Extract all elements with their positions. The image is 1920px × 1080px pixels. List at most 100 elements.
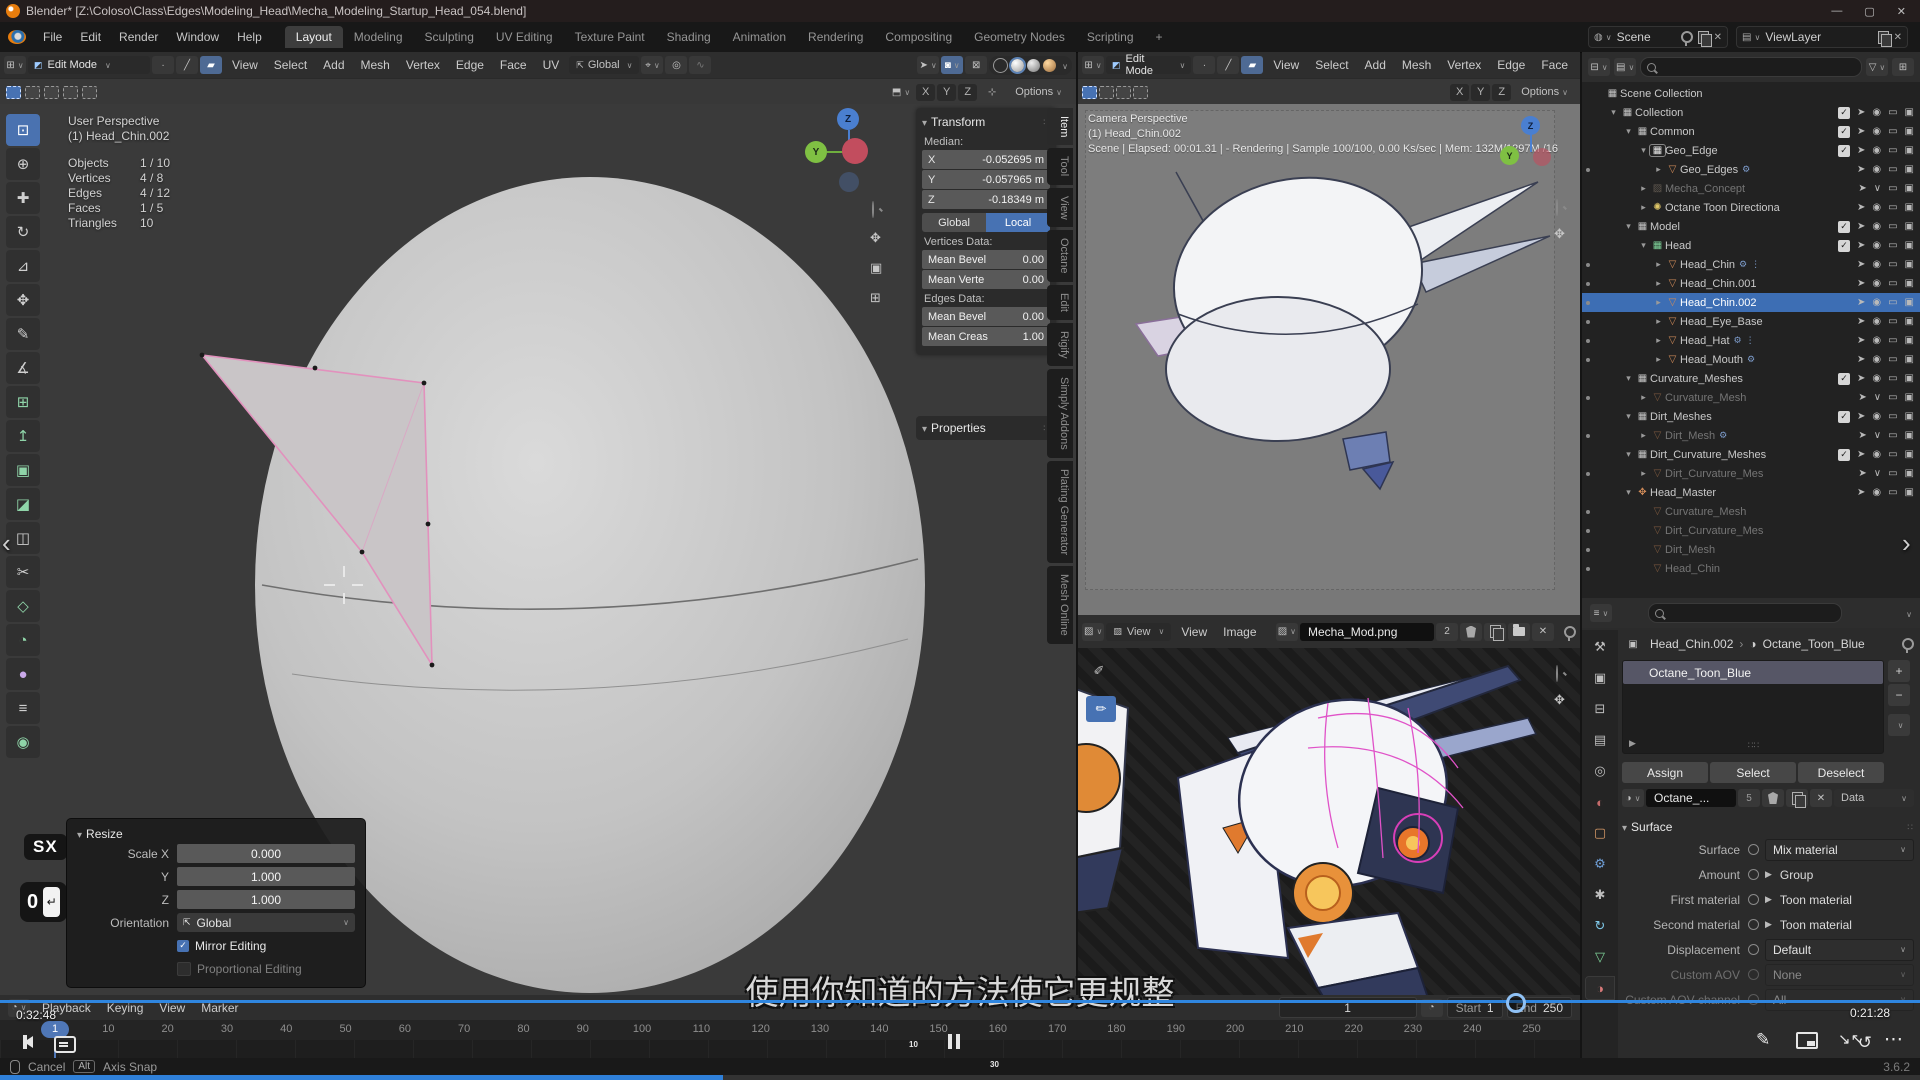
open-image-icon[interactable] <box>1508 623 1530 641</box>
options-dropdown[interactable]: Options <box>1007 83 1070 101</box>
outliner-row-head-hat[interactable]: ▸▽Head_Hat⚙⋮➤◉▭▣ <box>1582 331 1920 350</box>
new-collection-button[interactable]: ⊞ <box>1892 58 1914 76</box>
delete-scene-icon[interactable]: ✕ <box>1714 32 1722 43</box>
material-slot-item[interactable]: Octane_Toon_Blue <box>1623 661 1883 684</box>
slot-specials-icon[interactable]: ▶ <box>1629 738 1636 749</box>
editor-type-button[interactable]: ▨ <box>1082 623 1104 641</box>
select-edge-button[interactable]: ╱ <box>1217 56 1239 74</box>
volume-icon[interactable] <box>24 1036 33 1048</box>
tool-transform[interactable]: ✥ <box>6 284 40 316</box>
viewlayer-selector[interactable]: ▤ ViewLayer ✕ <box>1736 26 1908 48</box>
disclosure-icon[interactable]: ▾ <box>1622 487 1635 498</box>
selectmode-invert-button[interactable] <box>1133 86 1148 99</box>
browse-material-icon[interactable]: ◑ <box>1622 789 1644 807</box>
menu-window[interactable]: Window <box>167 26 228 48</box>
viewport-visibility-icon[interactable]: ▭ <box>1888 430 1897 441</box>
tab-modeling[interactable]: Modeling <box>343 26 414 48</box>
selectable-icon[interactable]: ➤ <box>1857 202 1865 213</box>
sidebar-tab-rigify[interactable]: Rigify <box>1047 323 1073 367</box>
mode-dropdown[interactable]: ◩ Edit Mode <box>1106 56 1191 74</box>
eye-open-icon[interactable]: ◉ <box>1872 202 1881 213</box>
disclosure-icon[interactable]: ▸ <box>1652 354 1665 365</box>
copy-scene-icon[interactable] <box>1698 31 1709 44</box>
decorator-icon[interactable] <box>1748 844 1759 855</box>
selectable-icon[interactable]: ➤ <box>1857 449 1865 460</box>
decorator-icon[interactable] <box>1748 919 1759 930</box>
viewport-visibility-icon[interactable]: ▭ <box>1888 411 1897 422</box>
eye-open-icon[interactable]: ◉ <box>1872 145 1881 156</box>
gizmo-x-axis[interactable] <box>842 138 868 164</box>
selectmode-new-button[interactable] <box>6 86 21 99</box>
remove-slot-button[interactable]: − <box>1888 684 1910 706</box>
outliner-row-curvature-mesh[interactable]: ▸▽Curvature_Mesh➤∨▭▣ <box>1582 388 1920 407</box>
mean-bevel-field[interactable]: Mean Bevel0.00 <box>922 250 1050 269</box>
eye-open-icon[interactable]: ◉ <box>1872 335 1881 346</box>
exclude-checkbox[interactable]: ✓ <box>1838 145 1850 157</box>
menu-render[interactable]: Render <box>110 26 167 48</box>
disclosure-icon[interactable]: ▸ <box>1637 430 1650 441</box>
material-users-count[interactable]: 5 <box>1738 789 1760 807</box>
tool-loop-cut[interactable]: ◫ <box>6 522 40 554</box>
sidebar-tab-simply-addons[interactable]: Simply Addons <box>1047 369 1073 458</box>
collapse-icon[interactable] <box>1622 820 1627 834</box>
surface-dropdown[interactable]: Mix material <box>1765 839 1914 861</box>
select-face-button[interactable]: ▰ <box>1241 56 1263 74</box>
collapse-icon[interactable] <box>77 827 82 841</box>
outliner-row-common[interactable]: ▾▦Common✓➤◉▭▣ <box>1582 122 1920 141</box>
gizmo-y-axis[interactable]: Y <box>1500 146 1519 165</box>
selectable-icon[interactable]: ➤ <box>1857 335 1865 346</box>
render-visibility-icon[interactable]: ▣ <box>1905 278 1914 289</box>
tab-modifiers[interactable]: ⚙ <box>1586 853 1614 875</box>
disclosure-icon[interactable]: ▸ <box>1652 164 1665 175</box>
sidebar-tab-octane[interactable]: Octane <box>1047 230 1073 281</box>
viewport-menu-mesh[interactable]: Mesh <box>353 55 398 75</box>
outliner-type-icon[interactable]: ▤ <box>1614 58 1636 76</box>
outliner-row-curvature-mesh[interactable]: ▽Curvature_Mesh <box>1582 502 1920 521</box>
viewport-visibility-icon[interactable]: ▭ <box>1888 145 1897 156</box>
outliner-row-octane-toon-directiona[interactable]: ▸✺Octane Toon Directiona➤◉▭▣ <box>1582 198 1920 217</box>
tab-particles[interactable]: ✱ <box>1586 884 1614 906</box>
disclosure-icon[interactable]: ▾ <box>1622 221 1635 232</box>
resize-y-field[interactable]: 1.000 <box>177 867 355 886</box>
outliner-row-dirt-mesh[interactable]: ▸▽Dirt_Mesh⚙➤∨▭▣ <box>1582 426 1920 445</box>
render-visibility-icon[interactable]: ▣ <box>1905 145 1914 156</box>
resize-orientation-dropdown[interactable]: ⇱ Global <box>177 913 355 932</box>
render-visibility-icon[interactable]: ▣ <box>1905 373 1914 384</box>
render-visibility-icon[interactable]: ▣ <box>1905 449 1914 460</box>
tool-measure[interactable]: ∡ <box>6 352 40 384</box>
tool-cursor[interactable]: ⊕ <box>6 148 40 180</box>
deselect-button[interactable]: Deselect <box>1798 762 1884 783</box>
properties-search-input[interactable] <box>1648 603 1842 623</box>
hand-icon[interactable]: ✥ <box>870 230 881 246</box>
eye-open-icon[interactable]: ◉ <box>1872 164 1881 175</box>
camera-view-icon[interactable]: ▣ <box>870 260 882 276</box>
tab-uv-editing[interactable]: UV Editing <box>485 26 564 48</box>
display-mode-dropdown[interactable]: ▨ View <box>1106 623 1171 641</box>
selectmode-extend-button[interactable] <box>25 86 40 99</box>
resize-scale-x-field[interactable]: 0.000 <box>177 844 355 863</box>
eye-open-icon[interactable]: ◉ <box>1872 126 1881 137</box>
viewport-visibility-icon[interactable]: ▭ <box>1888 240 1897 251</box>
editor-type-button[interactable]: ⊞ <box>1082 56 1104 74</box>
viewport-menu-view[interactable]: View <box>224 55 266 75</box>
outliner-row-geo-edge[interactable]: ▾▦Geo_Edge✓➤◉▭▣ <box>1582 141 1920 160</box>
eye-open-icon[interactable]: ◉ <box>1872 316 1881 327</box>
selectmode-invert-button[interactable] <box>63 86 78 99</box>
render-visibility-icon[interactable]: ▣ <box>1905 164 1914 175</box>
selectable-icon[interactable]: ➤ <box>1858 183 1866 194</box>
disclosure-icon[interactable]: ▸ <box>1637 202 1650 213</box>
mode-dropdown[interactable]: ◩ Edit Mode <box>28 56 150 74</box>
viewport-menu-edge[interactable]: Edge <box>448 55 492 75</box>
outliner-row-head-master[interactable]: ▾✥Head_Master➤◉▭▣ <box>1582 483 1920 502</box>
render-visibility-icon[interactable]: ▣ <box>1905 297 1914 308</box>
viewport-menu-select[interactable]: Select <box>266 55 315 75</box>
tab-sculpting[interactable]: Sculpting <box>414 26 485 48</box>
tab-tool[interactable]: ⚒ <box>1586 636 1614 658</box>
exclude-checkbox[interactable]: ✓ <box>1838 373 1850 385</box>
sidebar-tab-plating-generator[interactable]: Plating Generator <box>1047 461 1073 563</box>
outliner-row-scene-collection[interactable]: ▦Scene Collection <box>1582 84 1920 103</box>
eyedropper-tool[interactable]: ✐ <box>1088 662 1110 680</box>
selectable-icon[interactable]: ➤ <box>1857 278 1865 289</box>
render-visibility-icon[interactable]: ▣ <box>1905 221 1914 232</box>
tab-layout[interactable]: Layout <box>285 26 343 48</box>
